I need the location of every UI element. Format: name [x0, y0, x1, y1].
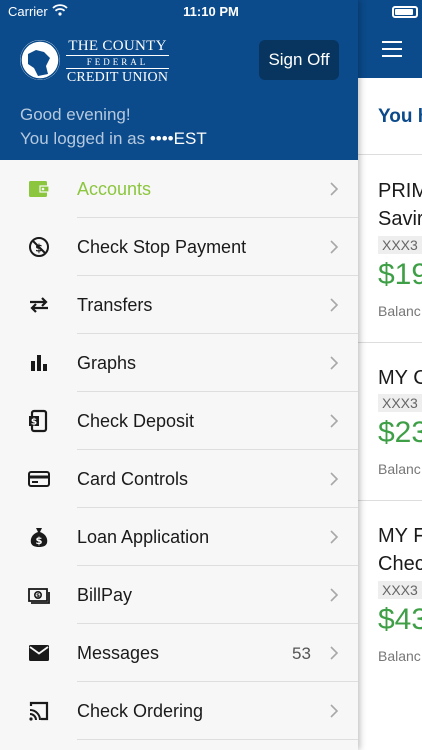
chevron-right-icon	[330, 356, 339, 370]
balance-label: Balanc	[378, 303, 421, 319]
menu-item-check-ordering[interactable]: Check Ordering	[0, 682, 358, 740]
money-bag-icon: $	[30, 528, 48, 547]
mobile-deposit-icon: $	[29, 409, 48, 433]
sign-off-button[interactable]: Sign Off	[259, 40, 339, 80]
account-name[interactable]: MY F	[378, 523, 422, 549]
chevron-right-icon	[330, 588, 339, 602]
logo-wordmark: THE COUNTY FEDERAL CREDIT UNION	[60, 38, 175, 86]
status-bar: Carrier 11:10 PM	[0, 0, 422, 24]
account-amount: $19	[378, 258, 422, 291]
chevron-right-icon	[330, 530, 339, 544]
menu-item-check-deposit[interactable]: $ Check Deposit	[0, 392, 358, 450]
chevron-right-icon	[330, 704, 339, 718]
drawer-header: THE COUNTY FEDERAL CREDIT UNION Sign Off…	[0, 0, 358, 160]
menu-item-check-stop-payment[interactable]: $ Check Stop Payment	[0, 218, 358, 276]
menu-item-messages[interactable]: Messages 53	[0, 624, 358, 682]
chevron-right-icon	[330, 182, 339, 196]
chevron-right-icon	[330, 472, 339, 486]
greeting-text: Good evening!	[20, 105, 131, 124]
envelope-icon	[29, 645, 49, 661]
account-name[interactable]: PRIM	[378, 178, 422, 204]
balance-label: Balanc	[378, 461, 421, 477]
navigation-drawer: THE COUNTY FEDERAL CREDIT UNION Sign Off…	[0, 0, 358, 750]
account-name-line2[interactable]: Savir	[378, 206, 422, 232]
logo-line-2: FEDERAL	[66, 55, 169, 69]
hamburger-menu-icon[interactable]	[382, 41, 402, 57]
menu-item-card-controls[interactable]: Card Controls	[0, 450, 358, 508]
logo-line-3: CREDIT UNION	[66, 70, 169, 85]
account-amount: $23	[378, 416, 422, 449]
background-greeting: You h	[378, 106, 422, 127]
menu-item-loan-application[interactable]: $ Loan Application	[0, 508, 358, 566]
credit-card-icon	[28, 471, 50, 487]
menu-item-label: Check Stop Payment	[77, 237, 247, 257]
chevron-right-icon	[330, 298, 339, 312]
chevron-right-icon	[330, 240, 339, 254]
background-accounts-screen: You h PRIM Savir XXX3 $19 Balanc MY C XX…	[358, 0, 422, 750]
menu-item-label: Transfers	[77, 295, 153, 315]
transfer-arrows-icon	[30, 297, 48, 313]
menu-item-label: Messages	[77, 643, 160, 663]
unread-count-badge: 53	[292, 644, 311, 663]
divider	[358, 154, 422, 155]
account-number: XXX3	[378, 394, 422, 412]
stop-payment-icon: $	[29, 237, 49, 257]
logged-in-prefix: You logged in as	[20, 129, 150, 148]
svg-text:$: $	[36, 593, 40, 599]
svg-text:$: $	[31, 418, 37, 428]
drawer-menu: Accounts $ Check Stop Payment Transfers	[0, 160, 358, 740]
credit-union-logo: THE COUNTY FEDERAL CREDIT UNION	[20, 38, 180, 86]
bar-chart-icon	[31, 355, 47, 371]
cast-icon	[29, 701, 49, 721]
masked-username: ••••EST	[149, 129, 207, 148]
menu-item-billpay[interactable]: $ BillPay	[0, 566, 358, 624]
menu-item-accounts[interactable]: Accounts	[0, 160, 358, 218]
menu-item-label: BillPay	[77, 585, 133, 605]
menu-item-label: Loan Application	[77, 527, 210, 547]
menu-item-graphs[interactable]: Graphs	[0, 334, 358, 392]
account-number: XXX3	[378, 581, 422, 599]
logo-emblem-icon	[20, 40, 60, 80]
menu-item-label: Graphs	[77, 353, 137, 373]
clock: 11:10 PM	[183, 4, 239, 19]
account-name[interactable]: MY C	[378, 365, 422, 391]
menu-item-transfers[interactable]: Transfers	[0, 276, 358, 334]
menu-item-label: Check Deposit	[77, 411, 195, 431]
divider	[358, 500, 422, 501]
account-amount: $43	[378, 603, 422, 636]
logo-line-1: THE COUNTY	[68, 38, 167, 54]
account-number: XXX3	[378, 236, 422, 254]
balance-label: Balanc	[378, 648, 421, 664]
chevron-right-icon	[330, 414, 339, 428]
menu-item-label: Card Controls	[77, 469, 189, 489]
chevron-right-icon	[330, 646, 339, 660]
menu-item-label: Accounts	[77, 179, 152, 199]
logged-in-text: You logged in as ••••EST	[20, 128, 207, 150]
account-name-line2[interactable]: Chec	[378, 551, 422, 577]
divider	[77, 739, 358, 740]
divider	[358, 342, 422, 343]
menu-item-label: Check Ordering	[77, 701, 204, 721]
bill-icon: $	[28, 588, 50, 604]
wallet-icon	[29, 181, 50, 197]
svg-text:$: $	[36, 536, 43, 547]
